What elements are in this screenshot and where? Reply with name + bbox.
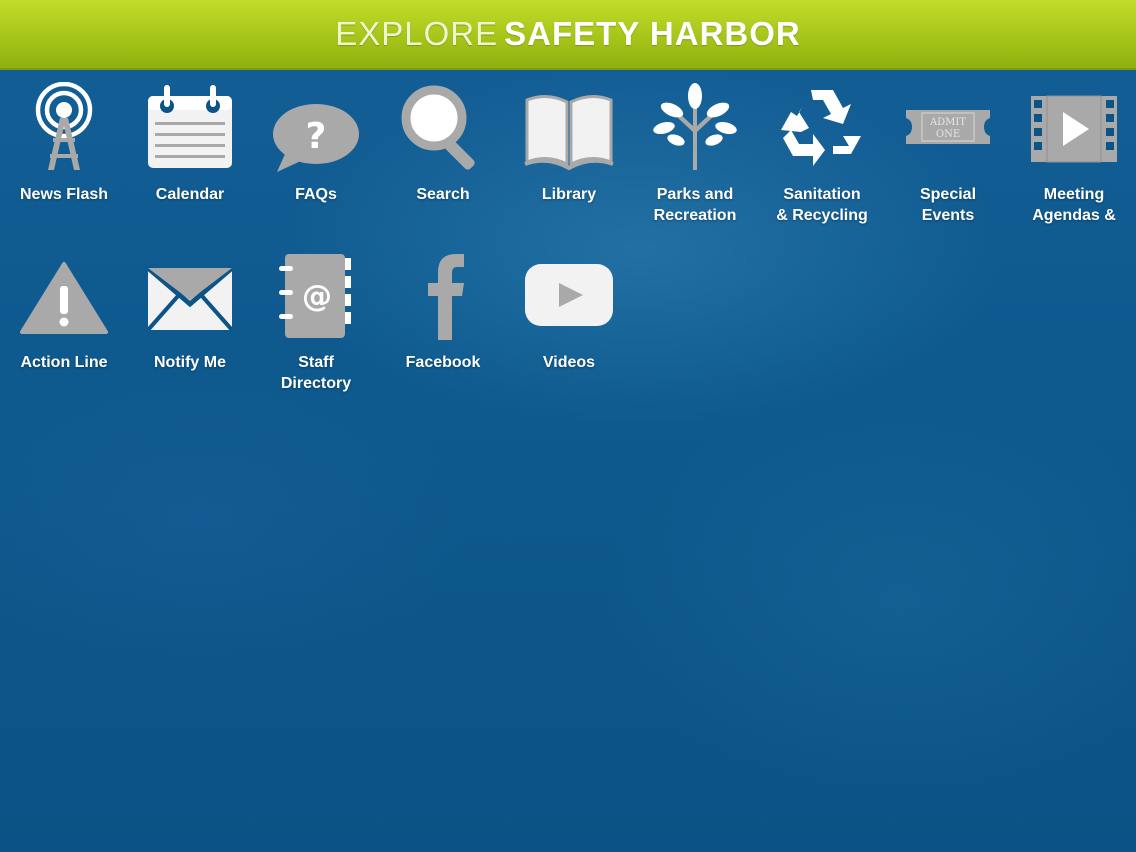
title-bold-words: SAFETY HARBOR <box>504 15 801 52</box>
tile-facebook[interactable]: Facebook <box>380 250 506 373</box>
facebook-icon <box>393 250 493 340</box>
recycle-icon <box>772 82 872 172</box>
tile-label: Staff Directory <box>280 354 352 392</box>
app-header: EXPLORE SAFETY HARBOR <box>0 0 1136 70</box>
tile-label: Sanitation & Recycling <box>776 186 868 224</box>
tile-parks-and-recreation[interactable]: Parks and Recreation <box>632 82 758 226</box>
app-title: EXPLORE SAFETY HARBOR <box>335 15 800 53</box>
svg-text:@: @ <box>302 279 332 314</box>
tile-label: Library <box>541 186 597 203</box>
magnifier-icon <box>393 82 493 172</box>
tile-staff-directory[interactable]: @ Staff Directory <box>253 250 379 394</box>
tile-calendar[interactable]: Calendar <box>127 82 253 205</box>
youtube-play-icon <box>519 250 619 340</box>
video-play-icon <box>1024 82 1124 172</box>
svg-text:?: ? <box>306 116 327 157</box>
tile-label: FAQs <box>295 186 337 203</box>
tile-label: Calendar <box>155 186 225 203</box>
tile-label: Meeting Agendas & <box>1032 186 1116 224</box>
tile-news-flash[interactable]: News Flash <box>1 82 127 205</box>
envelope-icon <box>140 250 240 340</box>
tile-sanitation-recycling[interactable]: Sanitation & Recycling <box>759 82 885 226</box>
tile-faqs[interactable]: ? FAQs <box>253 82 379 205</box>
tile-label: News Flash <box>19 186 109 203</box>
admit-one-ticket-icon: ADMIT ONE <box>898 82 998 172</box>
tile-action-line[interactable]: Action Line <box>1 250 127 373</box>
tile-library[interactable]: Library <box>506 82 632 205</box>
address-book-icon: @ <box>266 250 366 340</box>
tile-label: Facebook <box>405 354 481 371</box>
broadcast-tower-icon <box>14 82 114 172</box>
warning-icon <box>14 250 114 340</box>
tile-label: Parks and Recreation <box>653 186 737 224</box>
tile-label: Action Line <box>20 354 108 371</box>
open-book-icon <box>519 82 619 172</box>
tile-label: Special Events <box>919 186 977 224</box>
tile-meeting-agendas[interactable]: Meeting Agendas & <box>1011 82 1136 226</box>
tile-label: Search <box>416 186 470 203</box>
tile-label: Videos <box>542 354 596 371</box>
tile-videos[interactable]: Videos <box>506 250 632 373</box>
ticket-line-1: ADMIT <box>929 117 966 128</box>
title-light-word: EXPLORE <box>335 15 499 52</box>
tile-notify-me[interactable]: Notify Me <box>127 250 253 373</box>
tile-label: Notify Me <box>154 354 226 371</box>
question-bubble-icon: ? <box>266 82 366 172</box>
tile-search[interactable]: Search <box>380 82 506 205</box>
ticket-line-2: ONE <box>936 129 960 140</box>
tree-icon <box>645 82 745 172</box>
calendar-icon <box>140 82 240 172</box>
tile-special-events[interactable]: ADMIT ONE Special Events <box>885 82 1011 226</box>
